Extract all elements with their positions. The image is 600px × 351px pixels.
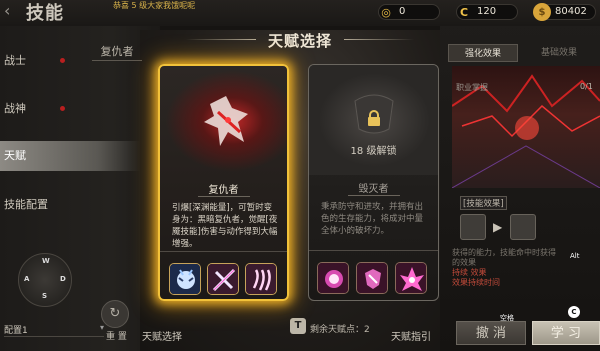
tab-base-effect[interactable]: 基础效果 bbox=[522, 44, 596, 62]
preset-dropdown[interactable]: 配置1 ▾ bbox=[4, 323, 104, 337]
system-marquee: 恭喜 5 级大家我饿呢呢 bbox=[113, 1, 196, 10]
skill-after-icon bbox=[510, 214, 536, 240]
coin-token-icon: ◎ bbox=[381, 5, 391, 19]
avenger-emblem-icon bbox=[204, 96, 248, 146]
talent-guide-button[interactable]: 天赋指引 bbox=[391, 328, 431, 343]
skills-divider bbox=[160, 251, 287, 252]
skill-icon-flame-burst[interactable] bbox=[395, 262, 427, 294]
name-divider bbox=[348, 195, 400, 196]
effect-line: 持续 效果 bbox=[452, 268, 487, 277]
top-bar: ‹ 技能 恭喜 5 级大家我饿呢呢 ◎ 0 C 120 $ 80402 bbox=[0, 0, 600, 26]
currency-gold: $ 80402 bbox=[533, 3, 596, 21]
remaining-talent-points: 剩余天赋点：2 bbox=[310, 325, 370, 335]
currency-value: 80402 bbox=[555, 6, 587, 17]
sidebar-item-talent[interactable]: 天赋 bbox=[0, 141, 140, 171]
effect-line: 效果持续时间 bbox=[452, 278, 500, 287]
sidebar-item-label: 天赋 bbox=[4, 149, 26, 162]
currency-value: 0 bbox=[399, 6, 406, 17]
movement-joystick[interactable]: W A D S bbox=[18, 253, 72, 307]
sidebar-item-label: 战士 bbox=[4, 54, 26, 67]
cancel-button[interactable]: 撤 消 bbox=[456, 321, 526, 345]
back-arrow-icon[interactable]: ‹ bbox=[4, 1, 10, 20]
talent-card-destroyer[interactable]: 18 级解锁 毁灭者 秉承防守和进攻，并拥有出色的生存能力，将成对中量全体小的破… bbox=[308, 64, 439, 301]
alt-key-hint: Alt bbox=[570, 252, 580, 260]
arrow-right-icon: ▶ bbox=[493, 220, 503, 234]
skill-icon-shield-break[interactable] bbox=[356, 262, 388, 294]
talent-points-icon: T bbox=[290, 318, 306, 334]
name-divider bbox=[198, 196, 250, 197]
skill-icon-demon-face[interactable] bbox=[169, 263, 201, 295]
chevron-down-icon: ▾ bbox=[99, 323, 104, 332]
talent-name: 毁灭者 bbox=[358, 184, 389, 195]
sidebar-item-label: 战神 bbox=[4, 102, 26, 115]
currency-token: ◎ 0 bbox=[378, 4, 440, 20]
skills-divider bbox=[309, 250, 438, 251]
reset-button[interactable]: ↻ bbox=[101, 300, 129, 328]
sidebar-item-skill-config[interactable]: 技能配置 bbox=[0, 190, 140, 220]
skill-icon-crossed-blades[interactable] bbox=[207, 263, 239, 295]
gold-coin-icon: $ bbox=[533, 3, 551, 21]
currency-value: 120 bbox=[477, 6, 497, 17]
lock-icon bbox=[367, 110, 381, 126]
talent-name: 复仇者 bbox=[208, 185, 239, 196]
talent-select-label: 天赋选择 bbox=[142, 332, 182, 343]
joystick-left-key: A bbox=[24, 275, 30, 283]
tab-enhance-effect[interactable]: 强化效果 bbox=[448, 44, 518, 62]
talent-description: 引爆[深渊能量]，可暂时变身为：黑暗复仇者，觉醒[夜魇技能]伤害与动作得到大幅增… bbox=[172, 203, 278, 249]
skill-icon-fire-fist[interactable] bbox=[317, 262, 349, 294]
job-mastery-label: 职业掌握 bbox=[456, 83, 488, 92]
reset-label: 重 置 bbox=[106, 332, 127, 342]
joystick-up-key: W bbox=[42, 257, 50, 265]
reset-icon: ↻ bbox=[109, 306, 121, 321]
skill-effect-section: [技能效果] bbox=[460, 196, 507, 210]
joystick-down-key: S bbox=[42, 292, 48, 300]
page-title: 技能 bbox=[26, 3, 64, 24]
currency-c: C 120 bbox=[456, 4, 518, 20]
learn-button[interactable]: 学 习 bbox=[532, 321, 600, 345]
skill-upgrade-row: ▶ bbox=[458, 214, 600, 244]
skill-icon-claw-strike[interactable] bbox=[245, 263, 277, 295]
joystick-right-key: D bbox=[60, 275, 66, 283]
avenger-emblem-art bbox=[160, 66, 287, 176]
title-ornament-right bbox=[344, 39, 414, 40]
talent-description: 秉承防守和进攻，并拥有出色的生存能力，将成对中量全体小的破坏力。 bbox=[321, 202, 424, 236]
sidebar-item-war-god[interactable]: 战神 bbox=[0, 94, 140, 124]
skill-level-ratio: 0/1 bbox=[580, 82, 593, 91]
preset-label: 配置1 bbox=[4, 326, 28, 336]
c-key-hint: C bbox=[568, 306, 580, 318]
notification-dot bbox=[60, 58, 65, 63]
sidebar-item-label: 技能配置 bbox=[4, 198, 48, 211]
skill-before-icon bbox=[460, 214, 486, 240]
unlock-level-text: 18 级解锁 bbox=[350, 146, 397, 157]
notification-dot bbox=[60, 106, 65, 111]
c-currency-icon: C bbox=[459, 5, 469, 19]
talent-card-avenger[interactable]: 复仇者 引爆[深渊能量]，可暂时变身为：黑暗复仇者，觉醒[夜魇技能]伤害与动作得… bbox=[158, 64, 289, 301]
